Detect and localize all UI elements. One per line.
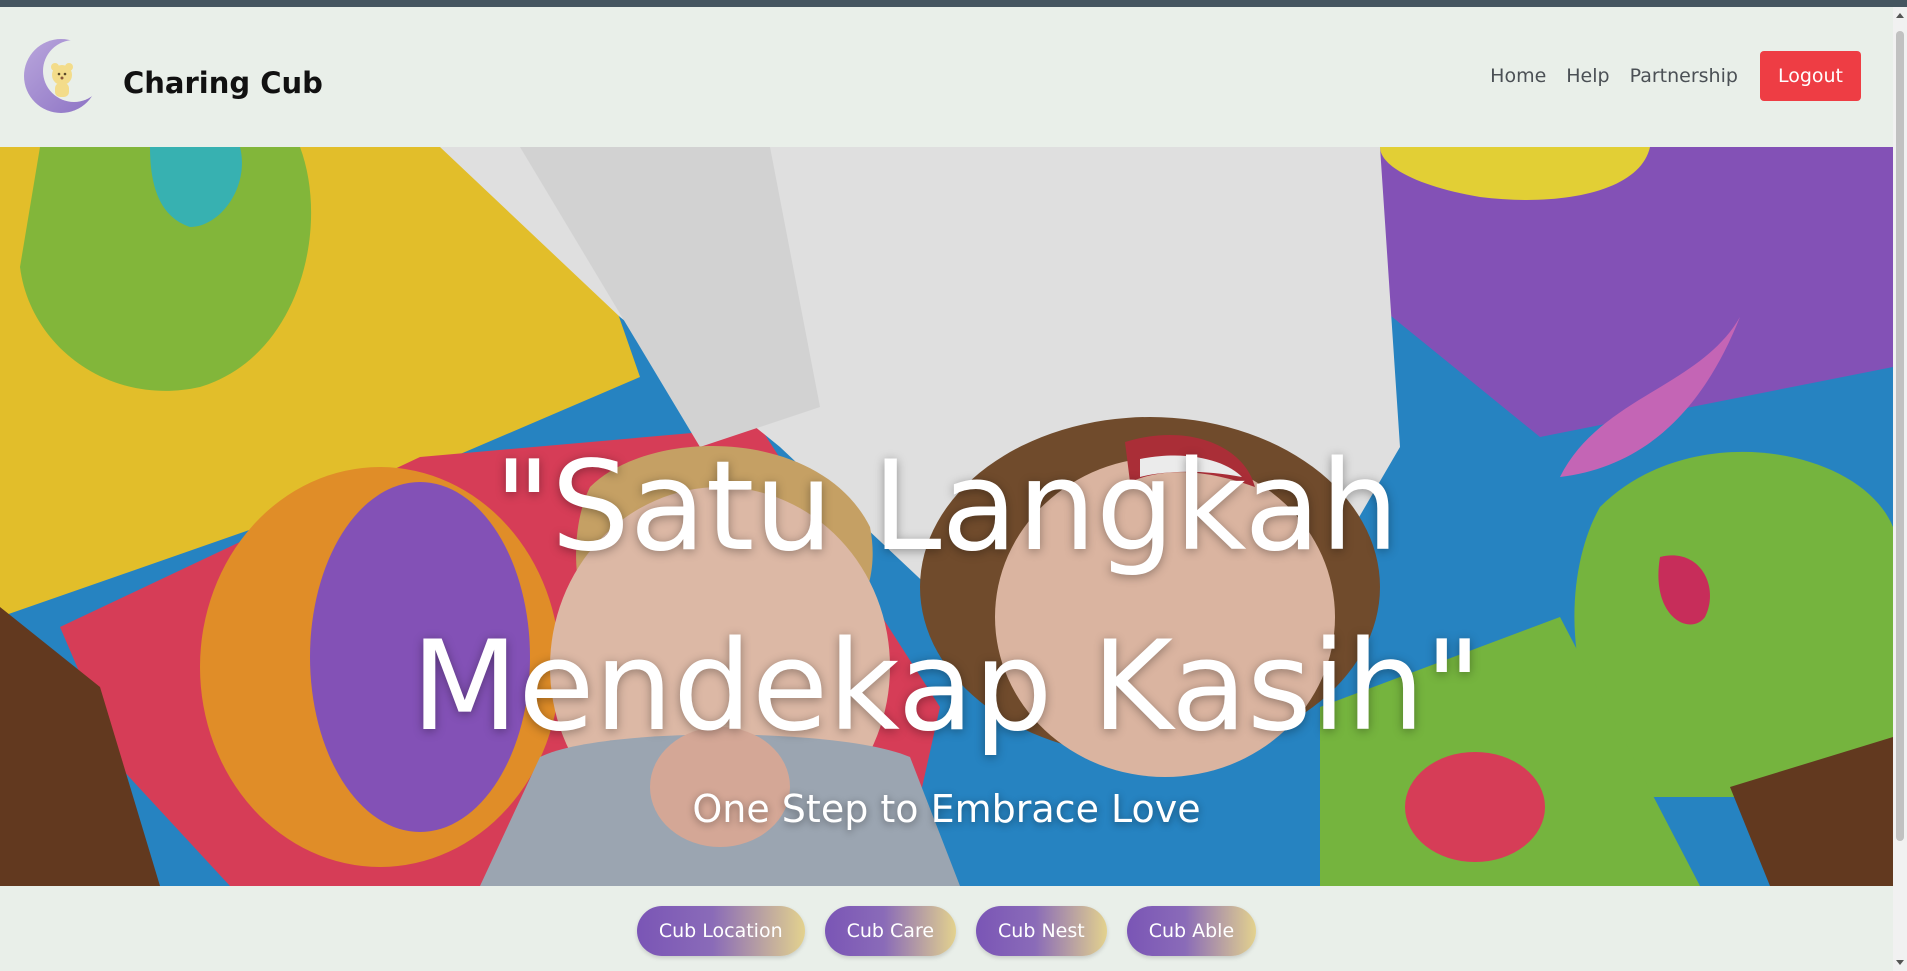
main-nav: Home Help Partnership Logout bbox=[1490, 51, 1861, 101]
brand-name[interactable]: Charing Cub bbox=[123, 66, 323, 100]
category-list: Cub Location Cub Care Cub Nest Cub Able bbox=[0, 906, 1893, 956]
hero-subtitle: One Step to Embrace Love bbox=[692, 787, 1201, 831]
category-bar: Cub Location Cub Care Cub Nest Cub Able bbox=[0, 886, 1893, 971]
cub-nest-button[interactable]: Cub Nest bbox=[976, 906, 1107, 956]
nav-partnership-link[interactable]: Partnership bbox=[1630, 65, 1738, 87]
hero-headline-line-1: "Satu Langkah bbox=[494, 435, 1399, 579]
hero-banner: "Satu Langkah Mendekap Kasih" One Step t… bbox=[0, 147, 1893, 886]
logout-button[interactable]: Logout bbox=[1759, 51, 1861, 101]
cub-location-button[interactable]: Cub Location bbox=[636, 906, 805, 956]
cub-able-button[interactable]: Cub Able bbox=[1126, 906, 1257, 956]
nav-help-link[interactable]: Help bbox=[1566, 65, 1609, 87]
navbar: Charing Cub Home Help Partnership Logout bbox=[0, 7, 1893, 147]
window-top-strip bbox=[0, 0, 1907, 7]
scrollbar-thumb[interactable] bbox=[1896, 31, 1904, 841]
hero-headline: "Satu Langkah Mendekap Kasih" bbox=[0, 417, 1893, 777]
vertical-scrollbar[interactable] bbox=[1893, 7, 1907, 971]
scroll-down-arrow-icon[interactable] bbox=[1896, 960, 1904, 965]
hero-headline-line-2: Mendekap Kasih" bbox=[411, 615, 1482, 759]
scroll-up-arrow-icon[interactable] bbox=[1896, 13, 1904, 18]
nav-home-link[interactable]: Home bbox=[1490, 65, 1546, 87]
cub-care-button[interactable]: Cub Care bbox=[824, 906, 957, 956]
moon-bear-logo-icon[interactable] bbox=[22, 37, 105, 115]
